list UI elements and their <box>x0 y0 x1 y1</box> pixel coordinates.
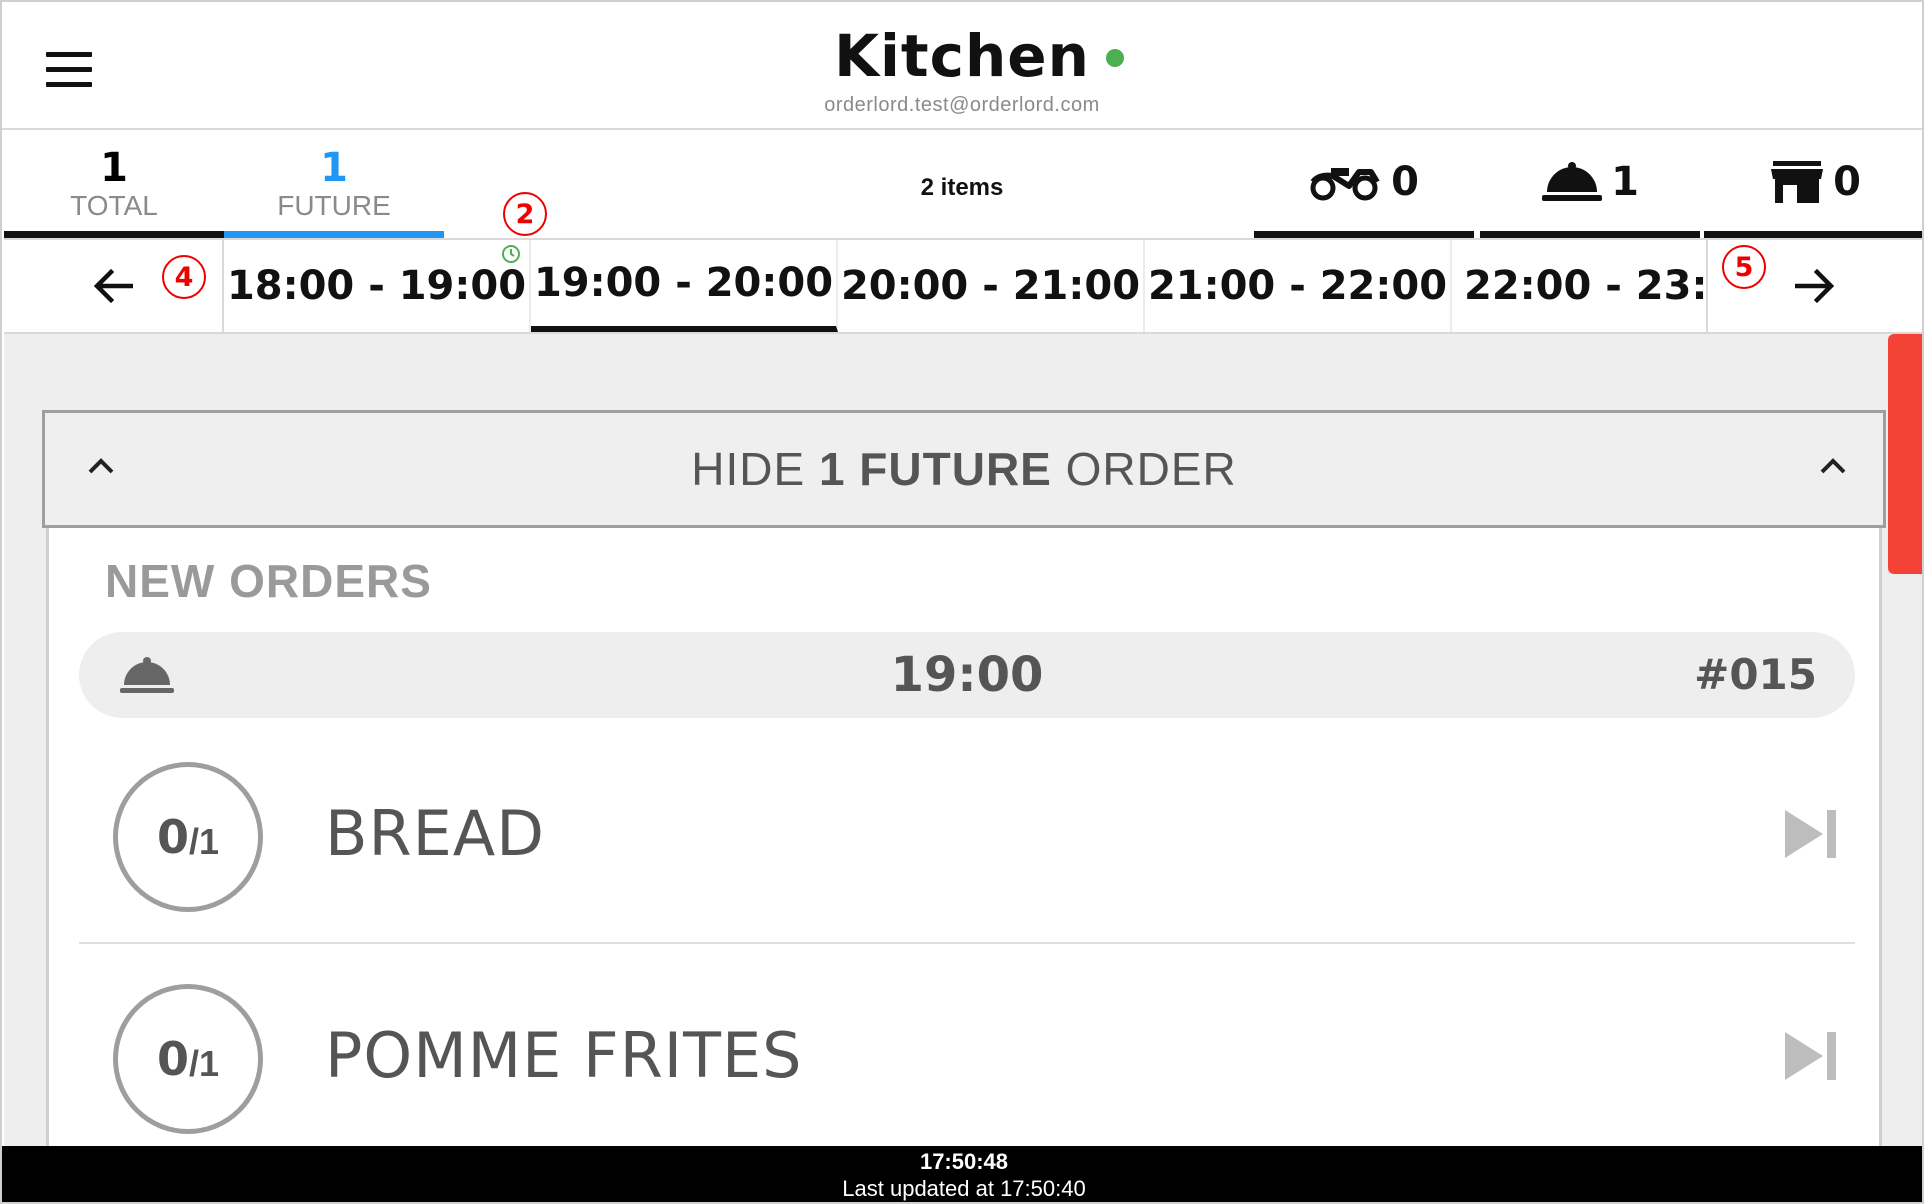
current-time: 17:50:48 <box>919 1149 1009 1174</box>
dine-in-count: 1 <box>1611 158 1639 205</box>
account-email: orderlord.test@orderlord.com <box>824 94 1100 116</box>
slot-21-22[interactable]: 21:00 - 22:00 <box>1145 240 1452 332</box>
filter-delivery[interactable]: 0 <box>1254 132 1474 238</box>
item-name: POMME FRITES <box>325 1019 803 1092</box>
slot-20-21[interactable]: 20:00 - 21:00 <box>838 240 1145 332</box>
slot-22-23[interactable]: 22:00 - 23:00 <box>1452 240 1706 332</box>
tab-future[interactable]: 1 FUTURE <box>224 132 444 238</box>
future-label: FUTURE <box>277 190 391 221</box>
items-count: 2 items <box>920 174 1004 201</box>
page-title: Kitchen <box>834 22 1090 90</box>
future-bar-suffix: ORDER <box>1065 443 1237 495</box>
item-total-count: /1 <box>188 821 220 862</box>
slot-track: 18:00 - 19:00 19:00 - 20:00 20:00 - 21:0… <box>224 240 1706 332</box>
slot-label: 20:00 - 21:00 <box>840 263 1141 309</box>
order-number: #015 <box>1694 650 1817 699</box>
arrow-left-icon <box>93 268 133 304</box>
section-title: NEW ORDERS <box>105 555 432 607</box>
future-bar-bold: 1 FUTURE <box>818 443 1052 495</box>
annotation-marker-5: 5 <box>1722 245 1766 289</box>
annotation-marker-2: 2 <box>503 192 547 236</box>
pickup-count: 0 <box>1833 158 1861 205</box>
order-card: NEW ORDERS 19:00 #015 0/1 BREAD 0 /1 POM… <box>46 528 1882 1146</box>
future-bar-prefix: HIDE <box>691 443 806 495</box>
future-count: 1 <box>320 145 348 191</box>
online-status-dot <box>1106 49 1124 67</box>
future-bar-text: HIDE 1 FUTURE ORDER <box>691 442 1237 496</box>
item-progress-circle[interactable]: 0/1 <box>113 762 263 912</box>
item-progress-circle[interactable]: 0/1 <box>113 984 263 1134</box>
annotation-marker-4: 4 <box>162 255 206 299</box>
order-time: 19:00 <box>890 647 1044 703</box>
filter-dine-in[interactable]: 1 <box>1480 132 1700 238</box>
cloche-icon <box>1542 161 1603 201</box>
app-header: Kitchen orderlord.test@orderlord.com <box>2 2 1922 130</box>
filter-pickup[interactable]: 0 <box>1704 132 1922 238</box>
item-done-count: 0 <box>156 810 189 864</box>
chevron-up-icon <box>1820 458 1846 474</box>
slot-label: 22:00 - 23:00 <box>1464 263 1706 309</box>
status-footer: 17:50:48 Last updated at 17:50:40 <box>2 1146 1922 1202</box>
item-total-count: /1 <box>188 1043 220 1084</box>
hide-future-orders-button[interactable]: HIDE 1 FUTURE ORDER <box>42 410 1886 528</box>
order-item-row[interactable]: 0/1 BREAD <box>79 724 1855 944</box>
total-count: 1 <box>100 145 128 191</box>
item-name: BREAD <box>325 797 545 870</box>
skip-next-icon[interactable] <box>1783 1030 1839 1082</box>
orders-content: HIDE 1 FUTURE ORDER NEW ORDERS 19:00 #01… <box>4 334 1922 1146</box>
item-done-count: 0 <box>156 1032 189 1086</box>
arrow-right-icon <box>1795 268 1835 304</box>
order-header[interactable]: 19:00 #015 <box>79 632 1855 718</box>
chevron-up-icon <box>88 458 114 474</box>
slot-label: 19:00 - 20:00 <box>533 260 834 306</box>
scooter-icon <box>1310 167 1380 200</box>
app-window: Kitchen orderlord.test@orderlord.com 1 T… <box>0 0 1924 1204</box>
slot-19-20[interactable]: 19:00 - 20:00 <box>531 240 838 332</box>
slot-label: 18:00 - 19:00 <box>226 263 527 309</box>
store-icon <box>1771 160 1824 203</box>
title-wrap: Kitchen <box>2 22 1922 90</box>
time-slot-bar: 18:00 - 19:00 19:00 - 20:00 20:00 - 21:0… <box>4 238 1922 334</box>
stats-bar: 1 TOTAL 1 FUTURE 2 items 0 1 0 <box>2 132 1922 238</box>
order-item-row[interactable]: 0/1 POMME FRITES <box>79 946 1855 1146</box>
delivery-count: 0 <box>1391 158 1419 205</box>
total-label: TOTAL <box>70 190 158 221</box>
last-updated: Last updated at 17:50:40 <box>842 1176 1086 1201</box>
skip-next-icon[interactable] <box>1783 808 1839 860</box>
clock-icon <box>502 245 520 263</box>
tab-total[interactable]: 1 TOTAL <box>4 132 224 238</box>
slot-label: 21:00 - 22:00 <box>1147 263 1448 309</box>
scrollbar[interactable] <box>1888 334 1922 574</box>
slot-18-19[interactable]: 18:00 - 19:00 <box>224 240 531 332</box>
